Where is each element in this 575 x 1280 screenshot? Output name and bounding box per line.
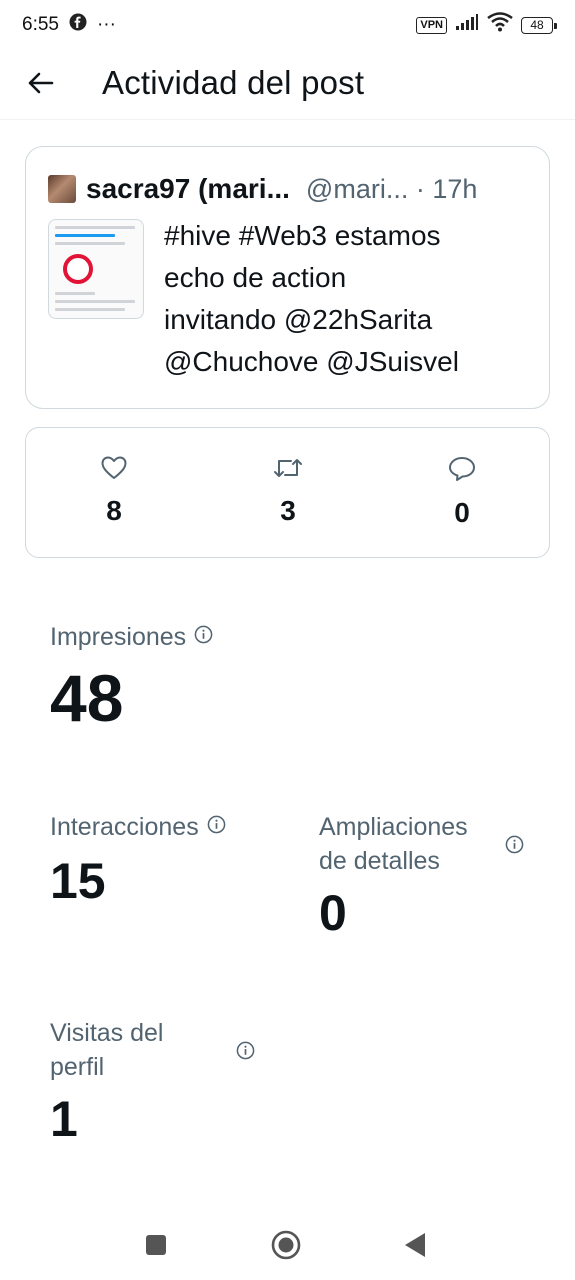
interactions-metric: Interacciones 15 — [50, 810, 226, 910]
system-nav-bar — [0, 1200, 575, 1280]
engagement-card: 8 3 0 — [25, 427, 550, 558]
page-title: Actividad del post — [102, 64, 365, 101]
post-text-line: invitando @22hSarita — [164, 304, 433, 335]
interactions-value: 15 — [50, 853, 106, 909]
hive-logo-icon — [63, 254, 93, 284]
interactions-label: Interacciones — [50, 813, 199, 841]
info-icon[interactable] — [207, 815, 226, 839]
back-button[interactable] — [22, 67, 58, 103]
profile-visits-value: 1 — [50, 1091, 78, 1147]
impressions-label: Impresiones — [50, 623, 187, 651]
info-icon[interactable] — [236, 1041, 255, 1065]
profile-visits-label-line2: perfil — [50, 1053, 105, 1081]
reposts-stat: 3 — [248, 456, 328, 527]
avatar — [48, 175, 76, 203]
author-handle-timestamp: @mari... · 17h — [305, 173, 478, 204]
post-media-thumbnail — [48, 219, 144, 319]
signal-icon — [455, 13, 479, 37]
profile-visits-label-line1: Visitas del — [50, 1019, 164, 1047]
vpn-icon: VPN — [416, 16, 447, 34]
status-right: VPN 48 — [416, 12, 557, 38]
impressions-value: 48 — [50, 661, 124, 735]
status-more: ··· — [96, 14, 116, 35]
info-icon[interactable] — [505, 835, 524, 859]
post-preview-card[interactable]: sacra97 (mari... @mari... · 17h #hive #W… — [25, 146, 550, 409]
battery-icon: 48 — [521, 16, 557, 34]
facebook-icon — [69, 13, 87, 37]
status-time: 6:55 — [22, 14, 59, 35]
back-nav-button[interactable] — [404, 1232, 426, 1263]
top-app-bar: Actividad del post — [0, 50, 575, 120]
info-icon[interactable] — [194, 625, 213, 649]
likes-stat: 8 — [74, 456, 154, 527]
detail-expansions-metric: Ampliaciones de detalles 0 — [319, 810, 529, 942]
author-name: sacra97 (mari... — [86, 173, 290, 204]
detail-expansions-label-line2: de detalles — [319, 847, 440, 875]
repost-icon — [273, 456, 303, 485]
post-text-line: @Chuchove @JSuisvel — [164, 346, 459, 377]
post-body: #hive #Web3 estamos echo de action invit… — [48, 219, 529, 383]
status-left: 6:55 ··· — [22, 13, 116, 37]
replies-count: 0 — [454, 497, 470, 528]
post-text-line: echo de action — [164, 262, 347, 293]
post-text-line: #hive #Web3 estamos — [164, 220, 441, 251]
reply-bubble-icon — [448, 456, 476, 487]
status-bar: 6:55 ··· VPN 48 — [0, 0, 575, 50]
profile-visits-metric: Visitas del perfil 1 — [50, 1016, 260, 1148]
impressions-metric: Impresiones 48 — [50, 620, 213, 736]
replies-stat: 0 — [422, 456, 502, 529]
detail-expansions-value: 0 — [319, 885, 347, 941]
arrow-left-icon — [26, 69, 54, 102]
reposts-count: 3 — [280, 495, 296, 526]
post-header: sacra97 (mari... @mari... · 17h — [48, 169, 529, 209]
recents-button[interactable] — [145, 1234, 167, 1261]
wifi-icon — [487, 12, 513, 38]
post-text: #hive #Web3 estamos echo de action invit… — [164, 215, 529, 383]
heart-icon — [101, 456, 127, 485]
likes-count: 8 — [106, 495, 122, 526]
home-button[interactable] — [271, 1230, 301, 1265]
detail-expansions-label-line1: Ampliaciones — [319, 813, 468, 841]
